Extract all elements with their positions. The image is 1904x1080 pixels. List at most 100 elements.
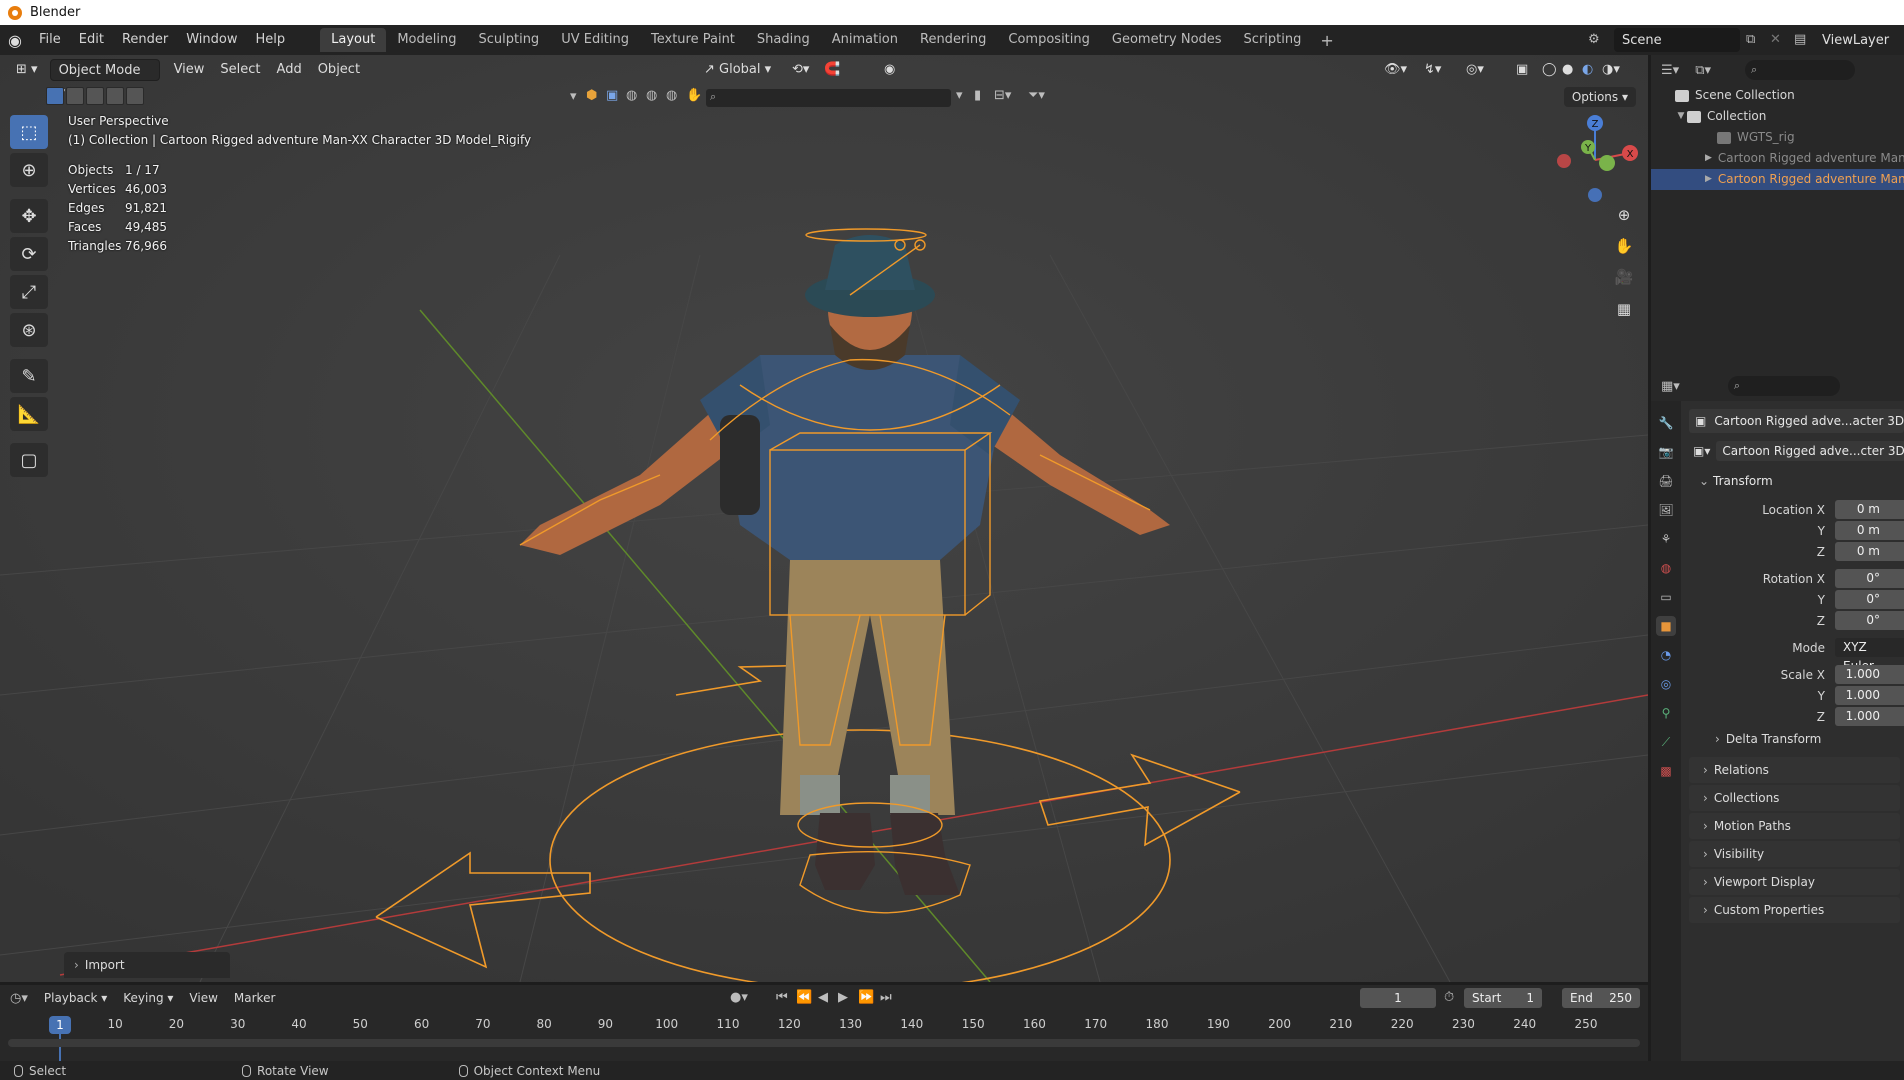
properties-editor-icon[interactable]: ▦▾: [1661, 379, 1680, 394]
menu-help[interactable]: Help: [247, 25, 295, 55]
scene-icon[interactable]: ⚙: [1588, 32, 1600, 47]
measure-tool-icon[interactable]: 📐: [10, 397, 48, 431]
outliner-row-wgts-rig[interactable]: WGTS_rig: [1651, 127, 1904, 148]
motion-paths-section-header[interactable]: › Motion Paths: [1689, 813, 1900, 839]
viewport-display-section-header[interactable]: › Viewport Display: [1689, 869, 1900, 895]
rotation-mode-dropdown[interactable]: XYZ Euler: [1835, 638, 1904, 673]
outliner-row-character[interactable]: ▶ Cartoon Rigged adventure Man-XX: [1651, 148, 1904, 169]
funnel-filter-icon[interactable]: ⏷▾: [1028, 88, 1045, 103]
outliner-row-character-rig[interactable]: ▶ Cartoon Rigged adventure Man-XX: [1651, 169, 1904, 190]
relations-section-header[interactable]: › Relations: [1689, 757, 1900, 783]
import-operator-panel[interactable]: › Import: [64, 952, 230, 978]
record-icon[interactable]: ●▾: [730, 990, 748, 1005]
menu-render[interactable]: Render: [113, 25, 177, 55]
overlays-icon[interactable]: ◎▾: [1458, 59, 1492, 81]
world-tab-icon[interactable]: ◍: [1656, 558, 1676, 578]
playback-menu[interactable]: Playback ▾: [36, 991, 115, 1005]
blender-menu-icon[interactable]: ◉: [0, 31, 30, 50]
playhead-line[interactable]: [59, 1033, 61, 1061]
modifier-tab-icon[interactable]: ◔: [1656, 645, 1676, 665]
jump-end-icon[interactable]: ⏭: [880, 990, 892, 1005]
current-frame-field[interactable]: 1: [1360, 988, 1436, 1008]
tab-rendering[interactable]: Rendering: [909, 28, 997, 52]
tab-animation[interactable]: Animation: [821, 28, 909, 52]
scale-z-field[interactable]: 1.000: [1835, 707, 1904, 726]
select-box-tool-icon[interactable]: ⬚: [10, 115, 48, 149]
location-y-field[interactable]: 0 m: [1835, 521, 1904, 540]
scene-tab-icon[interactable]: ⚘: [1656, 529, 1676, 549]
display-mode-icon[interactable]: ⧉▾: [1695, 63, 1711, 78]
outliner-row-collection[interactable]: ▼ Collection: [1651, 106, 1904, 127]
xray-icon[interactable]: ▣: [1508, 59, 1536, 81]
transform-tool-icon[interactable]: ⊛: [10, 313, 48, 347]
constraints-tab-icon[interactable]: ⚲: [1656, 703, 1676, 723]
shading-filter-icon[interactable]: ◍: [626, 88, 637, 103]
menu-select[interactable]: Select: [212, 59, 268, 81]
rendered-shading-icon[interactable]: ◑▾: [1594, 59, 1628, 81]
output-tab-icon[interactable]: 🖨: [1656, 471, 1676, 491]
marker-menu[interactable]: Marker: [226, 991, 283, 1005]
search-dropdown-icon[interactable]: ▾: [956, 88, 963, 103]
tab-geometry-nodes[interactable]: Geometry Nodes: [1101, 28, 1233, 52]
hand-filter-icon[interactable]: ✋: [686, 88, 702, 103]
tab-sculpting[interactable]: Sculpting: [467, 28, 550, 52]
timeline-editor-icon[interactable]: ◷▾: [10, 991, 28, 1006]
outliner-row-scene-collection[interactable]: Scene Collection: [1651, 85, 1904, 106]
annotate-tool-icon[interactable]: ✎: [10, 359, 48, 393]
timeline-ruler[interactable]: 1 10 20 30 40 50 60 70 80 90 100 110 120 130 140 150 16…: [0, 1015, 1648, 1061]
playhead-frame-indicator[interactable]: 1: [49, 1016, 71, 1034]
object-name-field[interactable]: ▣ Cartoon Rigged adve...acter 3D Model: [1689, 409, 1904, 433]
tab-modeling[interactable]: Modeling: [386, 28, 467, 52]
transform-section-header[interactable]: ⌄ Transform: [1689, 469, 1900, 493]
view-layer-tab-icon[interactable]: 🖼: [1656, 500, 1676, 520]
menu-window[interactable]: Window: [177, 25, 246, 55]
pan-hand-icon[interactable]: ✋: [1610, 232, 1638, 260]
end-frame-field[interactable]: End 250: [1562, 988, 1640, 1008]
scale-x-field[interactable]: 1.000: [1835, 665, 1904, 684]
select-new-icon[interactable]: [46, 87, 64, 105]
expand-down-icon[interactable]: ▼: [1675, 106, 1687, 127]
collection-tab-icon[interactable]: ▭: [1656, 587, 1676, 607]
proportional-edit-icon[interactable]: ◉: [876, 59, 903, 81]
scene-selector[interactable]: Scene: [1614, 28, 1740, 52]
layout-icon[interactable]: ⊟▾: [994, 88, 1011, 103]
outliner-editor-icon[interactable]: ☰▾: [1661, 63, 1679, 78]
add-cube-tool-icon[interactable]: ▢: [10, 443, 48, 477]
menu-edit[interactable]: Edit: [70, 25, 113, 55]
add-workspace-button[interactable]: +: [1312, 31, 1341, 50]
timeline-scrollbar[interactable]: [8, 1039, 1640, 1047]
tab-texture-paint[interactable]: Texture Paint: [640, 28, 746, 52]
tab-shading[interactable]: Shading: [746, 28, 821, 52]
custom-properties-section-header[interactable]: › Custom Properties: [1689, 897, 1900, 923]
camera-view-icon[interactable]: 🎥: [1610, 263, 1638, 291]
tab-layout[interactable]: Layout: [320, 28, 387, 52]
select-intersect-icon[interactable]: [126, 87, 144, 105]
start-frame-field[interactable]: Start 1: [1464, 988, 1542, 1008]
new-scene-icon[interactable]: ⧉: [1746, 32, 1755, 47]
texture-tab-icon[interactable]: ▩: [1656, 761, 1676, 781]
rotation-x-field[interactable]: 0°: [1835, 569, 1904, 588]
properties-search-input[interactable]: ⌕: [1727, 376, 1840, 396]
render-tab-icon[interactable]: 📷: [1656, 442, 1676, 462]
move-tool-icon[interactable]: ✥: [10, 199, 48, 233]
scale-tool-icon[interactable]: ⤢: [10, 275, 48, 309]
viewport-search-input[interactable]: ⌕: [706, 89, 951, 107]
editor-type-icon[interactable]: ⊞ ▾: [8, 59, 46, 81]
tab-compositing[interactable]: Compositing: [997, 28, 1101, 52]
menu-add[interactable]: Add: [269, 59, 310, 81]
select-invert-icon[interactable]: [106, 87, 124, 105]
view-layer-selector[interactable]: ViewLayer: [1814, 28, 1904, 52]
tool-tab-icon[interactable]: 🔧: [1656, 413, 1676, 433]
tab-uv-editing[interactable]: UV Editing: [550, 28, 640, 52]
transform-orientation-dropdown[interactable]: ↗ Global ▾: [696, 59, 779, 81]
menu-object[interactable]: Object: [310, 59, 368, 81]
prev-keyframe-icon[interactable]: ⏪: [796, 990, 812, 1005]
timeline-view-menu[interactable]: View: [181, 991, 225, 1005]
delta-transform-header[interactable]: › Delta Transform: [1685, 727, 1904, 751]
view-layer-icon[interactable]: ▤: [1794, 32, 1806, 47]
stopwatch-icon[interactable]: ⏱: [1444, 990, 1454, 1005]
3d-viewport[interactable]: ⊞ ▾ Object Mode ▾ View Select Add Object…: [0, 55, 1648, 982]
keying-menu[interactable]: Keying ▾: [115, 991, 181, 1005]
object-type-filter-icon[interactable]: ⬢: [586, 88, 597, 103]
rotate-tool-icon[interactable]: ⟳: [10, 237, 48, 271]
